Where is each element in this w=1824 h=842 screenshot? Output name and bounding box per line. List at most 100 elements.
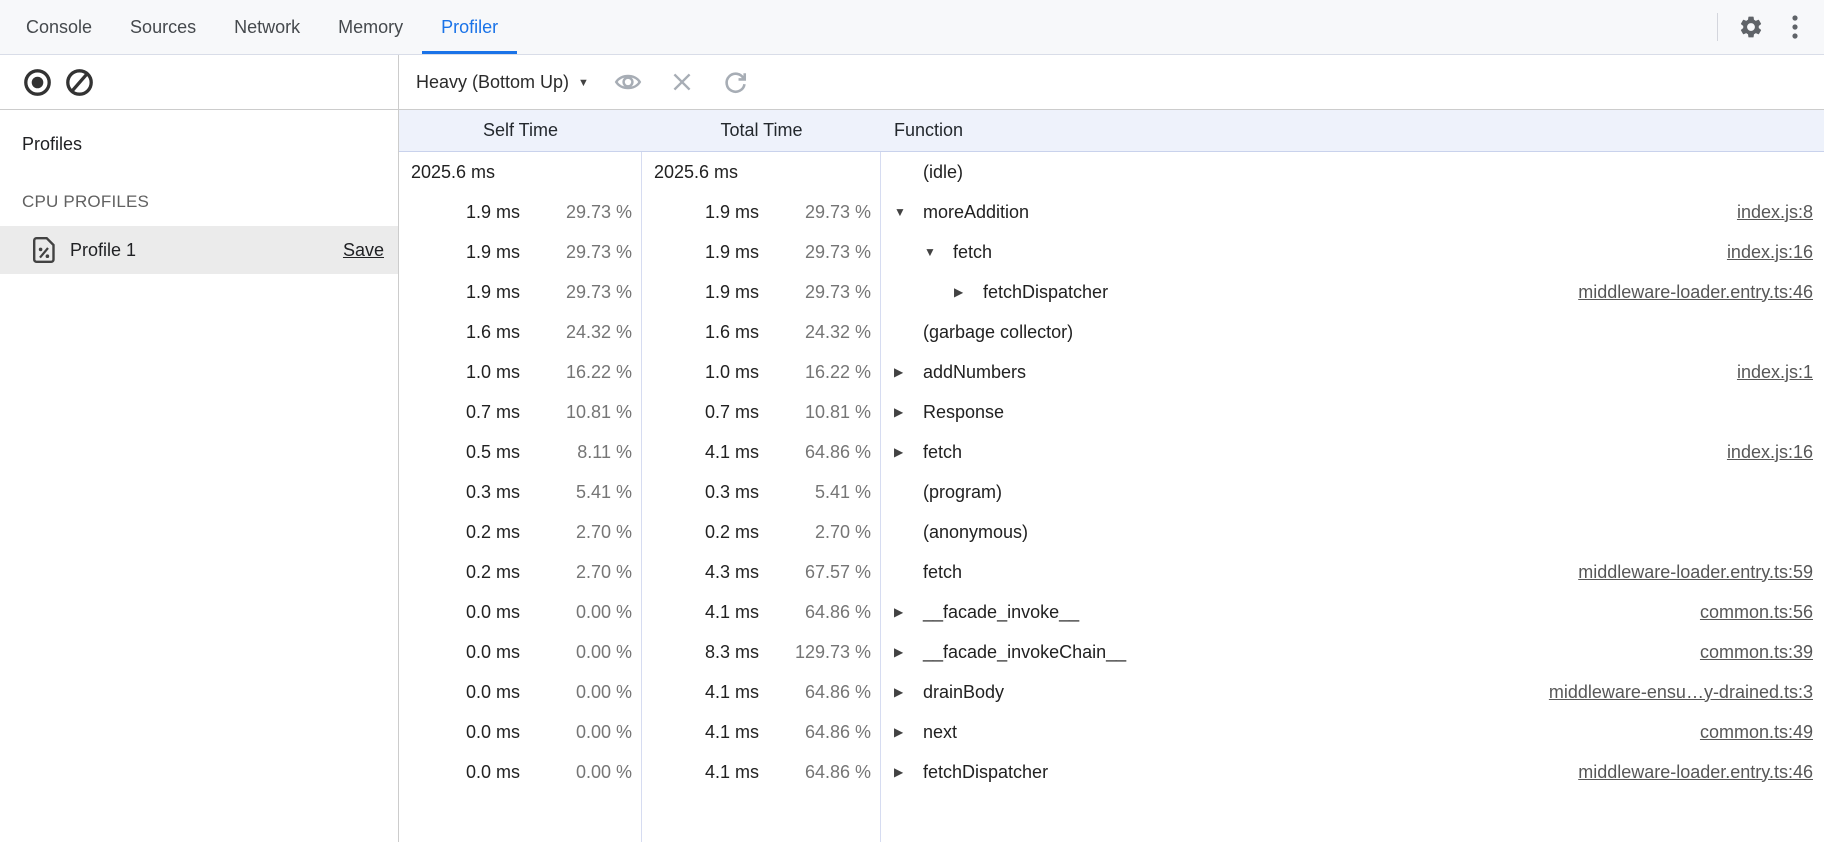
- column-header-self-time[interactable]: Self Time: [399, 120, 642, 141]
- table-row[interactable]: 0.0 ms0.00 %4.1 ms64.86 %▶fetchDispatche…: [399, 752, 1824, 792]
- tab-bar-actions: [1717, 0, 1824, 54]
- source-location-link[interactable]: common.ts:39: [1700, 642, 1824, 663]
- table-row[interactable]: 0.0 ms0.00 %4.1 ms64.86 %▶nextcommon.ts:…: [399, 712, 1824, 752]
- tree-arrow-collapsed-icon[interactable]: ▶: [954, 285, 983, 299]
- table-row[interactable]: 0.2 ms2.70 %0.2 ms2.70 %(anonymous): [399, 512, 1824, 552]
- tree-arrow-expanded-icon[interactable]: ▼: [924, 245, 953, 259]
- table-row[interactable]: 1.0 ms16.22 %1.0 ms16.22 %▶addNumbersind…: [399, 352, 1824, 392]
- column-header-function[interactable]: Function: [881, 120, 1824, 141]
- total-time-cell: 1.9 ms29.73 %: [642, 202, 881, 223]
- time-value: 4.1 ms: [705, 722, 759, 743]
- settings-button[interactable]: [1736, 12, 1766, 42]
- time-value: 0.2 ms: [466, 522, 520, 543]
- tree-arrow-collapsed-icon[interactable]: ▶: [894, 445, 923, 459]
- table-row[interactable]: 0.5 ms8.11 %4.1 ms64.86 %▶fetchindex.js:…: [399, 432, 1824, 472]
- function-cell: ▶fetchDispatcher middleware-loader.entry.…: [881, 282, 1824, 303]
- total-time-cell: 4.1 ms64.86 %: [642, 682, 881, 703]
- percent-value: 2.70 %: [759, 522, 871, 543]
- view-mode-dropdown[interactable]: Heavy (Bottom Up) ▼: [416, 72, 589, 93]
- time-value: 1.9 ms: [705, 202, 759, 223]
- time-value: 0.5 ms: [466, 442, 520, 463]
- table-row[interactable]: 0.3 ms5.41 %0.3 ms5.41 %(program): [399, 472, 1824, 512]
- table-row[interactable]: 2025.6 ms2025.6 ms(idle): [399, 152, 1824, 192]
- self-time-cell: 1.0 ms16.22 %: [399, 362, 642, 383]
- tab-network[interactable]: Network: [215, 0, 319, 54]
- source-location-link[interactable]: index.js:16: [1727, 242, 1824, 263]
- more-options-button[interactable]: [1784, 12, 1806, 42]
- source-location-link[interactable]: middleware-loader.entry.ts:59: [1578, 562, 1824, 583]
- percent-value: 24.32 %: [520, 322, 632, 343]
- toolbar-divider: [1717, 13, 1718, 41]
- table-row[interactable]: 1.9 ms29.73 %1.9 ms29.73 %▶fetchDispatch…: [399, 272, 1824, 312]
- table-row[interactable]: 0.0 ms0.00 %4.1 ms64.86 %▶drainBodymiddl…: [399, 672, 1824, 712]
- function-name: fetchDispatcher: [983, 282, 1108, 303]
- tree-arrow-collapsed-icon[interactable]: ▶: [894, 645, 923, 659]
- exclude-selected-button[interactable]: [667, 67, 697, 97]
- time-value: 1.6 ms: [466, 322, 520, 343]
- self-time-cell: 1.6 ms24.32 %: [399, 322, 642, 343]
- tree-arrow-collapsed-icon[interactable]: ▶: [894, 405, 923, 419]
- column-header-total-time[interactable]: Total Time: [642, 120, 881, 141]
- profile-name: Profile 1: [70, 240, 136, 261]
- function-cell: ▶addNumbers index.js:1: [881, 362, 1824, 383]
- percent-value: 64.86 %: [759, 442, 871, 463]
- function-cell: ▶drainBodymiddleware-ensu…y-drained.ts:3: [881, 682, 1824, 703]
- self-time-cell: 0.2 ms2.70 %: [399, 562, 642, 583]
- source-location-link[interactable]: index.js:16: [1727, 442, 1824, 463]
- source-location-link[interactable]: index.js:1: [1737, 362, 1824, 383]
- tab-sources[interactable]: Sources: [111, 0, 215, 54]
- focus-selected-button[interactable]: [613, 67, 643, 97]
- time-value: 2025.6 ms: [411, 162, 495, 183]
- percent-value: 29.73 %: [759, 242, 871, 263]
- function-name: fetch: [923, 442, 962, 463]
- source-location-link[interactable]: middleware-ensu…y-drained.ts:3: [1549, 682, 1824, 703]
- save-profile-link[interactable]: Save: [343, 240, 384, 261]
- time-value: 1.9 ms: [466, 202, 520, 223]
- table-row[interactable]: 1.9 ms29.73 %1.9 ms29.73 %▼fetchindex.js…: [399, 232, 1824, 272]
- table-row[interactable]: 0.0 ms0.00 %8.3 ms129.73 %▶__facade_invo…: [399, 632, 1824, 672]
- tree-arrow-expanded-icon[interactable]: ▼: [894, 205, 923, 219]
- self-time-cell: 1.9 ms29.73 %: [399, 242, 642, 263]
- function-name: fetch: [923, 562, 962, 583]
- tree-arrow-collapsed-icon[interactable]: ▶: [894, 765, 923, 779]
- tab-profiler[interactable]: Profiler: [422, 0, 517, 54]
- source-location-link[interactable]: common.ts:56: [1700, 602, 1824, 623]
- time-value: 0.3 ms: [466, 482, 520, 503]
- clear-profiles-button[interactable]: [64, 67, 94, 97]
- source-location-link[interactable]: index.js:8: [1737, 202, 1824, 223]
- tab-console[interactable]: Console: [7, 0, 111, 54]
- source-location-link[interactable]: middleware-loader.entry.ts:46: [1578, 282, 1824, 303]
- three-dot-menu-icon: [1792, 14, 1798, 40]
- total-time-cell: 0.2 ms2.70 %: [642, 522, 881, 543]
- table-row[interactable]: 1.9 ms29.73 %1.9 ms29.73 %▼moreAdditioni…: [399, 192, 1824, 232]
- time-value: 0.3 ms: [705, 482, 759, 503]
- source-location-link[interactable]: common.ts:49: [1700, 722, 1824, 743]
- function-name: addNumbers: [923, 362, 1026, 383]
- tree-arrow-collapsed-icon[interactable]: ▶: [894, 685, 923, 699]
- time-value: 1.9 ms: [466, 282, 520, 303]
- record-profile-button[interactable]: [22, 67, 52, 97]
- table-row[interactable]: 0.2 ms2.70 %4.3 ms67.57 %fetchmiddleware…: [399, 552, 1824, 592]
- self-time-cell: 0.0 ms0.00 %: [399, 762, 642, 783]
- source-location-link[interactable]: middleware-loader.entry.ts:46: [1578, 762, 1824, 783]
- tab-memory[interactable]: Memory: [319, 0, 422, 54]
- tree-arrow-collapsed-icon[interactable]: ▶: [894, 725, 923, 739]
- time-value: 8.3 ms: [705, 642, 759, 663]
- table-row[interactable]: 1.6 ms24.32 %1.6 ms24.32 %(garbage colle…: [399, 312, 1824, 352]
- time-value: 1.0 ms: [466, 362, 520, 383]
- time-value: 0.0 ms: [466, 722, 520, 743]
- restore-all-button[interactable]: [721, 67, 751, 97]
- table-row[interactable]: 0.0 ms0.00 %4.1 ms64.86 %▶__facade_invok…: [399, 592, 1824, 632]
- percent-document-icon: [32, 236, 56, 264]
- sidebar-item-profile-1[interactable]: Profile 1 Save: [0, 226, 398, 274]
- table-row[interactable]: 0.7 ms10.81 %0.7 ms10.81 %▶Response: [399, 392, 1824, 432]
- tree-arrow-collapsed-icon[interactable]: ▶: [894, 605, 923, 619]
- percent-value: 29.73 %: [520, 202, 632, 223]
- profiles-sidebar: Profiles CPU PROFILES Profile 1 Save: [0, 55, 399, 842]
- time-value: 4.1 ms: [705, 442, 759, 463]
- total-time-cell: 4.1 ms64.86 %: [642, 762, 881, 783]
- tree-arrow-collapsed-icon[interactable]: ▶: [894, 365, 923, 379]
- function-cell: ▼moreAdditionindex.js:8: [881, 202, 1824, 223]
- cpu-profiles-section-heading: CPU PROFILES: [22, 192, 398, 212]
- profiler-toolbar: Heavy (Bottom Up) ▼: [399, 55, 1824, 110]
